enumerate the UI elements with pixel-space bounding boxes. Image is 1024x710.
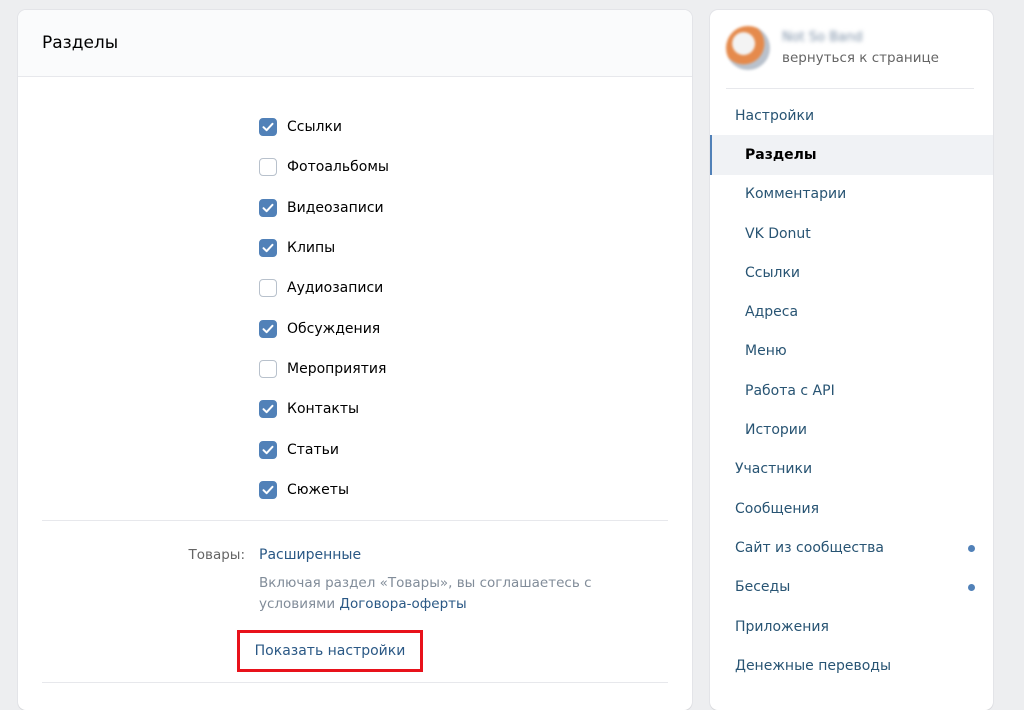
section-checkbox-row[interactable]: Контакты — [259, 389, 389, 429]
checkbox[interactable] — [259, 319, 277, 338]
check-icon — [262, 485, 274, 495]
checkbox[interactable] — [259, 279, 277, 298]
community-header: Not So Band вернуться к странице — [726, 26, 974, 89]
section-label: Аудиозаписи — [287, 280, 384, 297]
sidebar-item-label: Денежные переводы — [735, 657, 892, 674]
goods-note: Включая раздел «Товары», вы соглашаетесь… — [259, 573, 619, 615]
section-checkbox-row[interactable]: Статьи — [259, 429, 389, 469]
sidebar-item-label: Разделы — [745, 146, 817, 163]
check-icon — [262, 122, 274, 132]
check-icon — [262, 324, 274, 333]
check-icon — [262, 405, 274, 414]
sidebar-item-label: VK Donut — [745, 225, 811, 242]
section-label: Клипы — [287, 240, 336, 257]
sidebar-item-label: Приложения — [735, 618, 829, 635]
sections-checkbox-list: Ссылки Фотоальбомы Видеозаписи Клипы Аудиоза… — [259, 107, 389, 510]
sidebar-item-label: Беседы — [735, 579, 791, 596]
sidebar-item[interactable]: Ссылки — [710, 253, 993, 292]
avatar[interactable] — [726, 26, 770, 70]
check-icon — [262, 243, 274, 253]
check-icon — [262, 445, 274, 454]
section-label: Статьи — [287, 441, 340, 458]
checkbox[interactable] — [259, 118, 277, 137]
community-name[interactable]: Not So Band — [782, 30, 863, 45]
sidebar-item-label: Ссылки — [745, 264, 801, 281]
sidebar-item[interactable]: Меню — [710, 332, 993, 371]
sidebar-item-label: Работа с API — [745, 382, 835, 399]
check-icon — [262, 203, 274, 212]
goods-label: Товары: — [188, 547, 245, 563]
section-checkbox-row[interactable]: Сюжеты — [259, 470, 389, 510]
section-checkbox-row[interactable]: Обсуждения — [259, 308, 389, 348]
checkbox[interactable] — [259, 158, 277, 177]
section-label: Сюжеты — [287, 481, 349, 498]
sidebar-item-label: Настройки — [735, 107, 815, 124]
sidebar-nav: Настройки Разделы Комментарии VK Donut Ссылк… — [710, 96, 993, 685]
sidebar-item[interactable]: Комментарии — [710, 175, 993, 214]
notification-dot-icon — [968, 584, 975, 592]
checkbox[interactable] — [259, 198, 277, 217]
offer-agreement-link[interactable]: Договора-оферты — [339, 596, 466, 612]
notification-dot-icon — [968, 544, 975, 552]
sidebar-item-label: Меню — [745, 343, 787, 360]
section-checkbox-row[interactable]: Фотоальбомы — [259, 147, 389, 187]
section-checkbox-row[interactable]: Видеозаписи — [259, 188, 389, 228]
sidebar-item-label: Участники — [735, 461, 813, 478]
show-settings-label: Показать настройки — [254, 643, 406, 659]
section-label: Видеозаписи — [287, 199, 384, 216]
sidebar-item[interactable]: Разделы — [710, 135, 993, 175]
sidebar-item[interactable]: VK Donut — [710, 214, 993, 253]
settings-sidebar: Not So Band вернуться к странице Настрой… — [710, 10, 993, 710]
sidebar-item[interactable]: Адреса — [710, 292, 993, 331]
show-settings-button[interactable]: Показать настройки — [237, 630, 423, 672]
sidebar-item[interactable]: Денежные переводы — [710, 646, 993, 685]
checkbox[interactable] — [259, 440, 277, 459]
sidebar-item[interactable]: Беседы — [710, 568, 993, 607]
sidebar-item-label: Сайт из сообщества — [735, 539, 884, 556]
section-label: Контакты — [287, 401, 360, 418]
sidebar-item[interactable]: Приложения — [710, 607, 993, 646]
section-checkbox-row[interactable]: Мероприятия — [259, 349, 389, 389]
sections-panel: Разделы Ссылки Фотоальбомы Видеозаписи Клип… — [18, 10, 692, 710]
section-label: Фотоальбомы — [287, 159, 389, 176]
section-label: Ссылки — [287, 119, 343, 136]
checkbox[interactable] — [259, 359, 277, 378]
sidebar-item-label: Адреса — [745, 304, 799, 321]
section-checkbox-row[interactable]: Аудиозаписи — [259, 268, 389, 308]
divider — [42, 682, 668, 683]
back-to-page-link[interactable]: вернуться к странице — [782, 50, 939, 66]
sidebar-item-label: Истории — [745, 422, 807, 439]
divider — [42, 520, 668, 521]
section-label: Обсуждения — [287, 320, 381, 337]
sidebar-item-label: Комментарии — [745, 186, 847, 203]
checkbox[interactable] — [259, 239, 277, 258]
section-checkbox-row[interactable]: Ссылки — [259, 107, 389, 147]
sidebar-item[interactable]: Сообщения — [710, 489, 993, 528]
sidebar-item[interactable]: Участники — [710, 450, 993, 489]
goods-mode-dropdown[interactable]: Расширенные — [259, 547, 361, 563]
panel-header: Разделы — [18, 10, 692, 77]
sidebar-item[interactable]: Истории — [710, 410, 993, 449]
sidebar-item-label: Сообщения — [735, 500, 820, 517]
sidebar-item[interactable]: Работа с API — [710, 371, 993, 410]
section-label: Мероприятия — [287, 360, 387, 377]
section-checkbox-row[interactable]: Клипы — [259, 228, 389, 268]
checkbox[interactable] — [259, 480, 277, 499]
checkbox[interactable] — [259, 400, 277, 419]
sidebar-item[interactable]: Сайт из сообщества — [710, 528, 993, 567]
page-title: Разделы — [42, 33, 119, 53]
sidebar-item[interactable]: Настройки — [710, 96, 993, 135]
